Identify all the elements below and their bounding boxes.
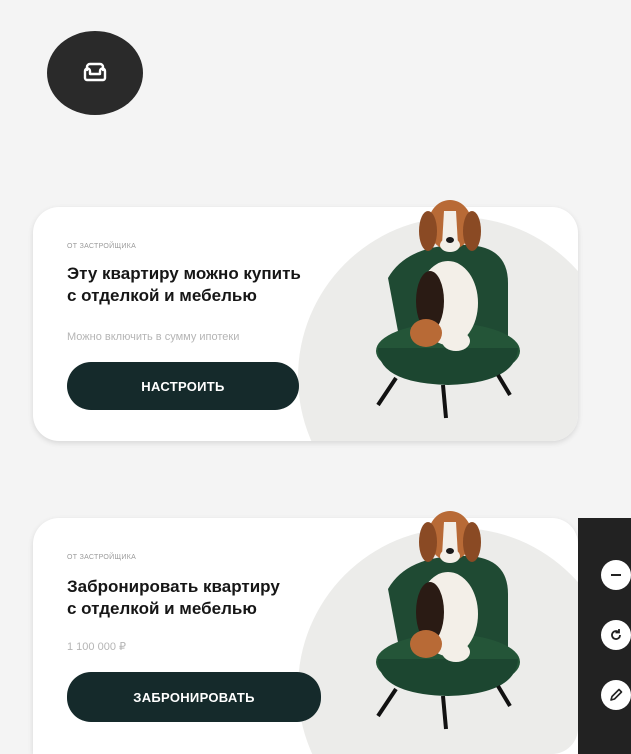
pencil-icon [610, 688, 623, 701]
dog-on-armchair-image [376, 200, 520, 419]
booking-offer-card: ОТ ЗАСТРОЙЩИКА Забронировать квартиру с … [33, 511, 578, 754]
remove-tool-button[interactable] [601, 560, 631, 590]
card-title-line2: с отделкой и мебелью [67, 599, 257, 618]
book-button[interactable]: ЗАБРОНИРОВАТЬ [67, 672, 321, 722]
card-price: 1 100 000 ₽ [67, 641, 126, 653]
armchair-icon [83, 62, 107, 82]
edit-tool-button[interactable] [601, 680, 631, 710]
edit-toolbar [578, 518, 631, 754]
card-title: Забронировать квартиру с отделкой и мебе… [67, 576, 367, 620]
refresh-icon [611, 629, 621, 640]
card-subtitle: Можно включить в сумму ипотеки [67, 331, 240, 343]
configure-button[interactable]: НАСТРОИТЬ [67, 362, 299, 410]
card-title-line1: Забронировать квартиру [67, 577, 280, 596]
avatar[interactable] [47, 31, 143, 115]
dog-on-armchair-image [376, 511, 520, 730]
card-eyebrow: ОТ ЗАСТРОЙЩИКА [67, 554, 137, 561]
minus-icon [611, 574, 621, 576]
card-eyebrow: ОТ ЗАСТРОЙЩИКА [67, 243, 137, 250]
card-title-line1: Эту квартиру можно купить [67, 264, 301, 283]
card-title-line2: с отделкой и мебелью [67, 286, 257, 305]
card-title: Эту квартиру можно купить с отделкой и м… [67, 263, 367, 307]
refresh-tool-button[interactable] [601, 620, 631, 650]
furniture-offer-card: ОТ ЗАСТРОЙЩИКА Эту квартиру можно купить… [33, 200, 578, 441]
